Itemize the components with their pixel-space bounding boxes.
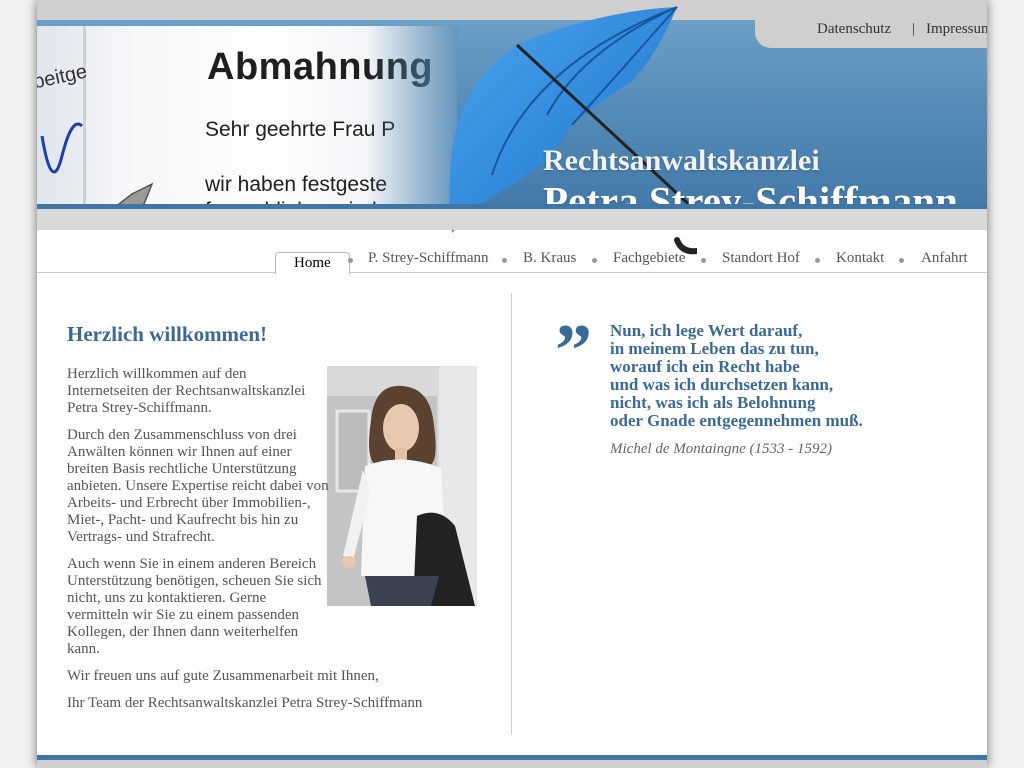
quote-author: Michel de Montaingne (1533 - 1592)	[610, 441, 833, 457]
paragraph: Herzlich willkommen auf den Internetseit…	[67, 366, 306, 416]
nav-standort-hof[interactable]: Standort Hof	[722, 250, 800, 267]
nav-home[interactable]: Home	[275, 252, 350, 275]
nav-separator-dot	[899, 258, 904, 263]
paragraph: Wir freuen uns auf gute Zusammenarbeit m…	[67, 668, 379, 684]
nav-separator-dot	[502, 258, 507, 263]
column-divider	[511, 293, 512, 735]
letter-line-1: wir haben festgeste	[205, 173, 388, 196]
letter-greeting: Sehr geehrte Frau P	[205, 118, 396, 141]
banner-band	[37, 204, 987, 230]
nav-kraus[interactable]: B. Kraus	[523, 250, 576, 267]
quote-line: Nun, ich lege Wert darauf,	[610, 321, 803, 340]
page-title: Herzlich willkommen!	[67, 322, 268, 346]
letter-fragment: beitge	[37, 60, 90, 94]
main-nav: Home P. Strey-Schiffmann B. Kraus Fachge…	[37, 250, 987, 275]
top-links: Datenschutz | Impressum	[755, 0, 987, 48]
quote-line: worauf ich ein Recht habe	[610, 357, 800, 376]
paragraph: Durch den Zusammenschluss von drei Anwäl…	[67, 427, 329, 545]
firm-label: Rechtsanwaltskanzlei	[543, 144, 820, 177]
nav-separator-dot	[701, 258, 706, 263]
paragraph: Ihr Team der Rechtsanwaltskanzlei Petra …	[67, 695, 423, 711]
quote-line: in meinem Leben das zu tun,	[610, 339, 819, 358]
nav-strey-schiffmann[interactable]: P. Strey-Schiffmann	[368, 250, 489, 267]
page: beitge Abmahnung Sehr geehrte Frau P wir…	[37, 0, 987, 768]
paragraph: Auch wenn Sie in einem anderen Bereich U…	[67, 556, 322, 657]
impressum-link[interactable]: Impressum	[926, 21, 987, 38]
welcome-text: Herzlich willkommen auf den Internetseit…	[67, 366, 422, 722]
nav-separator-dot	[592, 258, 597, 263]
nav-separator-dot	[815, 258, 820, 263]
banner-letter-image: beitge Abmahnung Sehr geehrte Frau P wir…	[37, 26, 457, 224]
quote-line: und was ich durchsetzen kann,	[610, 375, 834, 394]
nav-separator-dot	[348, 258, 353, 263]
signature-scribble	[40, 122, 84, 174]
quote-line: nicht, was ich als Belohnung	[610, 393, 816, 412]
portrait-photo	[327, 366, 477, 606]
footer-band	[37, 755, 987, 768]
quote-mark-icon: ”	[555, 310, 592, 392]
nav-fachgebiete[interactable]: Fachgebiete	[613, 250, 685, 267]
top-link-separator: |	[912, 21, 916, 37]
nav-anfahrt[interactable]: Anfahrt	[921, 250, 968, 267]
quote-text: Nun, ich lege Wert darauf, in meinem Leb…	[610, 322, 863, 430]
quote-line: oder Gnade entgegennehmen muß.	[610, 411, 863, 430]
datenschutz-link[interactable]: Datenschutz	[817, 21, 891, 38]
nav-kontakt[interactable]: Kontakt	[836, 250, 884, 267]
header-banner: beitge Abmahnung Sehr geehrte Frau P wir…	[37, 6, 987, 255]
